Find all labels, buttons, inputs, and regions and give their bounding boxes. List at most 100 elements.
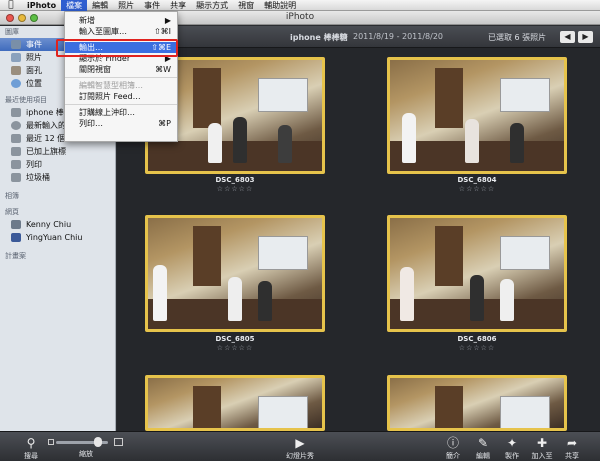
menu-item-close-window[interactable]: 關閉視窗 ⌘W (65, 64, 177, 75)
create-label: 製作 (505, 452, 519, 460)
menu-photos[interactable]: 照片 (113, 0, 139, 11)
photo-content (233, 117, 247, 163)
selection-count: 已選取 6 張照片 (488, 33, 547, 42)
menu-item-label: 編輯智慧型相簿… (79, 81, 143, 90)
zoom-label: 縮放 (79, 450, 93, 458)
apple-menu-icon[interactable]:  (0, 0, 22, 10)
create-button[interactable]: ✦ 製作 (500, 435, 524, 461)
menu-help[interactable]: 輔助說明 (259, 0, 301, 11)
facebook-icon (11, 233, 21, 242)
event-icon (11, 108, 21, 117)
photo-rating[interactable]: ☆☆☆☆☆ (145, 185, 325, 193)
photo-content (193, 68, 221, 128)
sidebar-item-label: 照片 (26, 53, 42, 62)
menu-events[interactable]: 事件 (139, 0, 165, 11)
menu-item-subscribe-feed[interactable]: 訂閱照片 Feed… (65, 91, 177, 102)
event-header: iphone 棒棒糖 2011/8/19 - 2011/8/20 已選取 6 張… (117, 26, 600, 48)
photo-content (465, 119, 479, 163)
add-to-label: 加入至 (531, 452, 553, 460)
sidebar-item-yingyuan-chiu[interactable]: YingYuan Chiu (0, 231, 115, 244)
next-event-button[interactable]: ▶ (578, 31, 593, 43)
bottom-toolbar: ⚲ 搜尋 縮放 ▶ 幻燈片秀 ⓘ 簡介 ✎ 編輯 ✦ 製作 ✚ 加入至 ➦ 共享 (0, 431, 600, 461)
photo-title[interactable]: DSC_6804 (387, 176, 567, 184)
photo-thumbnail[interactable] (387, 215, 567, 332)
sidebar-item-label: 面孔 (26, 66, 42, 75)
menu-item-label: 輸入至圖庫… (79, 27, 127, 36)
trash-icon (11, 173, 21, 182)
sidebar-header-albums: 相簿 (5, 192, 19, 200)
sidebar-item-label: 位置 (26, 79, 42, 88)
sidebar-item-trash[interactable]: 垃圾桶 (0, 171, 115, 184)
photo-browser: iphone 棒棒糖 2011/8/19 - 2011/8/20 已選取 6 張… (117, 26, 600, 431)
photo-content (278, 125, 292, 163)
zoom-in-icon[interactable] (114, 438, 123, 446)
menu-edit[interactable]: 編輯 (87, 0, 113, 11)
photo-content (500, 78, 550, 112)
photo-title[interactable]: DSC_6805 (145, 335, 325, 343)
plus-icon: ✚ (536, 436, 548, 450)
calendar-icon (11, 134, 21, 143)
create-icon: ✦ (506, 436, 518, 450)
photo-content (435, 226, 463, 286)
photo-title[interactable]: DSC_6803 (145, 176, 325, 184)
share-button[interactable]: ➦ 共享 (559, 435, 585, 461)
play-icon: ▶ (295, 436, 305, 450)
menu-shortcut: ⌘P (158, 119, 171, 128)
zoom-out-icon[interactable] (48, 439, 54, 445)
menu-item-print[interactable]: 列印… ⌘P (65, 118, 177, 129)
menu-window[interactable]: 視窗 (233, 0, 259, 11)
photo-title[interactable]: DSC_6806 (387, 335, 567, 343)
menu-shortcut: ⌘W (155, 65, 171, 74)
sidebar-item-label: YingYuan Chiu (26, 233, 83, 242)
photo-content (500, 279, 514, 321)
photo-content (258, 281, 272, 321)
photo-content (258, 396, 308, 428)
slideshow-button[interactable]: ▶ 幻燈片秀 (280, 435, 320, 461)
sidebar-item-print[interactable]: 列印 (0, 158, 115, 171)
photo-content (470, 275, 484, 321)
flag-icon (11, 147, 21, 156)
sidebar-header-web: 網頁 (5, 208, 19, 216)
photo-thumbnail[interactable] (145, 215, 325, 332)
photo-content (500, 396, 550, 428)
menu-view[interactable]: 顯示方式 (191, 0, 233, 11)
photo-content (435, 68, 463, 128)
menu-share[interactable]: 共享 (165, 0, 191, 11)
edit-button[interactable]: ✎ 編輯 (471, 435, 495, 461)
menu-item-import[interactable]: 輸入至圖庫… ⇧⌘I (65, 26, 177, 37)
menu-item-new[interactable]: 新增 ▶ (65, 15, 177, 26)
photo-content (510, 123, 524, 163)
print-icon (11, 160, 21, 169)
sidebar-item-kenny-chiu[interactable]: Kenny Chiu (0, 218, 115, 231)
sidebar-item-flagged[interactable]: 已加上旗標 (0, 145, 115, 158)
info-button[interactable]: ⓘ 簡介 (441, 435, 465, 461)
pencil-icon: ✎ (477, 436, 489, 450)
photo-rating[interactable]: ☆☆☆☆☆ (145, 344, 325, 352)
info-label: 簡介 (446, 452, 460, 460)
account-icon (11, 220, 21, 229)
highlight-annotation (56, 39, 178, 57)
search-button[interactable]: ⚲ 搜尋 (18, 435, 44, 461)
photo-thumbnail[interactable] (145, 375, 325, 431)
share-label: 共享 (565, 452, 579, 460)
menu-item-label: 訂購線上沖印… (79, 108, 135, 117)
previous-event-button[interactable]: ◀ (560, 31, 575, 43)
photo-rating[interactable]: ☆☆☆☆☆ (387, 344, 567, 352)
menu-iphoto[interactable]: iPhoto (22, 0, 61, 11)
sidebar-item-label: 列印 (26, 160, 42, 169)
photo-content (500, 236, 550, 270)
menu-item-label: 列印… (79, 119, 103, 128)
photo-content (193, 226, 221, 286)
photo-thumbnail[interactable] (387, 57, 567, 174)
photo-rating[interactable]: ☆☆☆☆☆ (387, 185, 567, 193)
menu-item-order-prints[interactable]: 訂購線上沖印… (65, 107, 177, 118)
add-to-button[interactable]: ✚ 加入至 (529, 435, 555, 461)
menu-bar:  iPhoto 檔案 編輯 照片 事件 共享 顯示方式 視窗 輔助說明 (0, 0, 600, 11)
zoom-slider-knob[interactable] (94, 437, 102, 447)
photo-content (208, 123, 222, 163)
sidebar-header-projects: 計畫案 (5, 252, 26, 260)
zoom-label-box: 縮放 (73, 449, 99, 459)
photo-thumbnail[interactable] (387, 375, 567, 431)
import-icon (11, 121, 21, 130)
menu-file[interactable]: 檔案 (61, 0, 88, 11)
